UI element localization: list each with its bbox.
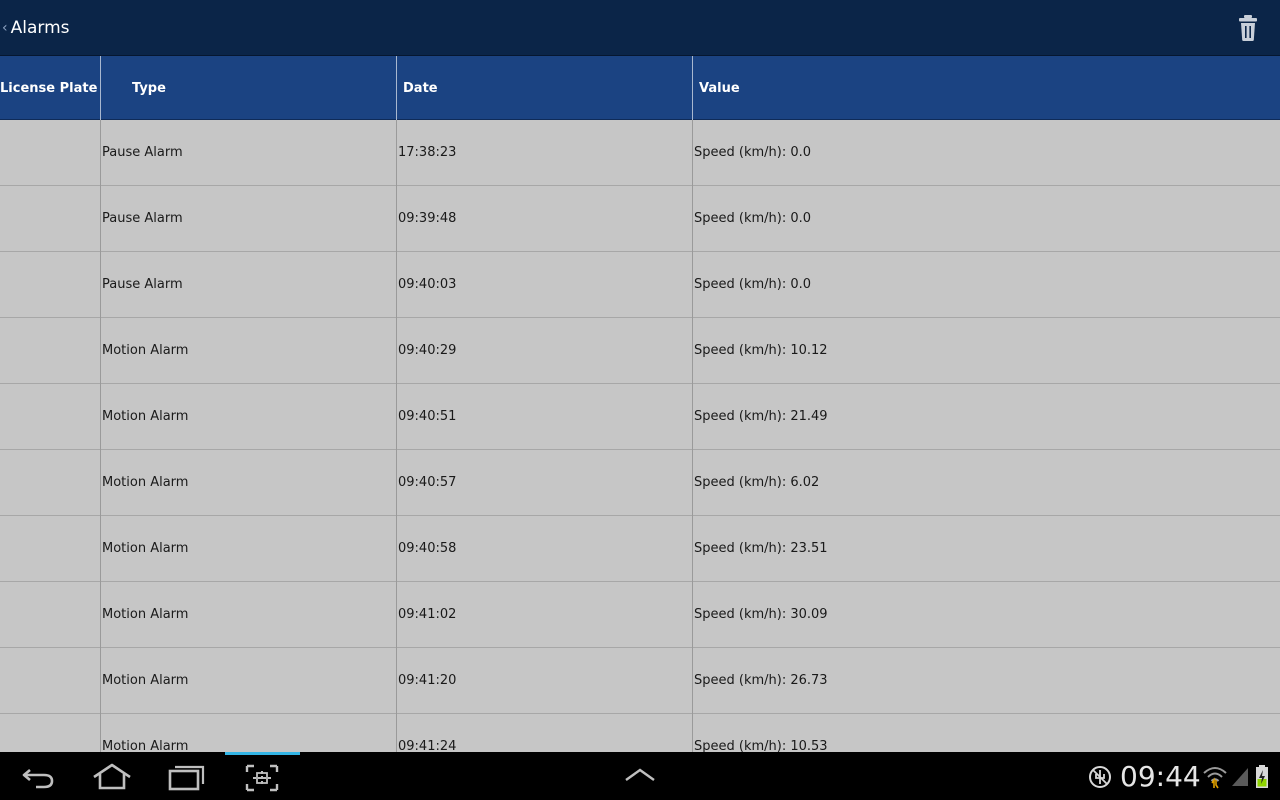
wifi-icon xyxy=(1203,767,1227,789)
page-title: Alarms xyxy=(10,18,70,38)
table-row[interactable]: Motion Alarm 09:40:57 Speed (km/h): 6.02 xyxy=(0,450,1280,516)
table-row[interactable]: Motion Alarm 09:41:02 Speed (km/h): 30.0… xyxy=(0,582,1280,648)
column-divider xyxy=(692,56,693,120)
date-cell: 09:40:03 xyxy=(398,277,457,292)
column-divider xyxy=(396,56,397,120)
trash-icon[interactable] xyxy=(1236,14,1260,42)
value-cell: Speed (km/h): 10.12 xyxy=(694,343,828,358)
column-divider xyxy=(100,120,101,752)
value-cell: Speed (km/h): 10.53 xyxy=(694,739,828,752)
date-cell: 09:41:24 xyxy=(398,739,457,752)
menu-up-icon[interactable] xyxy=(618,760,662,794)
type-cell: Motion Alarm xyxy=(102,739,189,752)
value-cell: Speed (km/h): 21.49 xyxy=(694,409,828,424)
up-navigation[interactable]: ‹ Alarms xyxy=(2,12,70,44)
column-divider xyxy=(692,120,693,752)
type-cell: Motion Alarm xyxy=(102,475,189,490)
column-header-license-plate[interactable]: License Plate xyxy=(0,56,100,120)
table-row[interactable]: Motion Alarm 09:40:29 Speed (km/h): 10.1… xyxy=(0,318,1280,384)
table-header: License Plate Type Date Value xyxy=(0,56,1280,120)
value-cell: Speed (km/h): 0.0 xyxy=(694,277,812,292)
signal-icon xyxy=(1232,768,1248,786)
table-row[interactable]: Pause Alarm 09:40:03 Speed (km/h): 0.0 xyxy=(0,252,1280,318)
value-cell: Speed (km/h): 0.0 xyxy=(694,211,812,226)
value-cell: Speed (km/h): 0.0 xyxy=(694,145,812,160)
column-divider xyxy=(396,120,397,752)
table-row[interactable]: Pause Alarm 09:39:48 Speed (km/h): 0.0 xyxy=(0,186,1280,252)
back-icon[interactable] xyxy=(16,760,60,794)
system-navigation-bar: 09:44 xyxy=(0,752,1280,800)
table-row[interactable]: Motion Alarm 09:40:51 Speed (km/h): 21.4… xyxy=(0,384,1280,450)
type-cell: Motion Alarm xyxy=(102,541,189,556)
column-header-value[interactable]: Value xyxy=(699,56,1099,120)
status-clock: 09:44 xyxy=(1120,760,1201,793)
table-row[interactable]: Motion Alarm 09:41:20 Speed (km/h): 26.7… xyxy=(0,648,1280,714)
table-row[interactable]: Motion Alarm 09:40:58 Speed (km/h): 23.5… xyxy=(0,516,1280,582)
recent-apps-icon[interactable] xyxy=(164,760,208,794)
date-cell: 09:40:57 xyxy=(398,475,457,490)
type-cell: Pause Alarm xyxy=(102,277,183,292)
type-cell: Motion Alarm xyxy=(102,409,189,424)
active-indicator xyxy=(225,752,300,755)
alarms-screen: ‹ Alarms License Plate Type Date Value P… xyxy=(0,0,1280,800)
column-header-date[interactable]: Date xyxy=(403,56,683,120)
value-cell: Speed (km/h): 26.73 xyxy=(694,673,828,688)
action-bar: ‹ Alarms xyxy=(0,0,1280,56)
screenshot-icon[interactable] xyxy=(240,760,284,794)
type-cell: Motion Alarm xyxy=(102,607,189,622)
date-cell: 09:40:29 xyxy=(398,343,457,358)
table-row[interactable]: Motion Alarm 09:41:24 Speed (km/h): 10.5… xyxy=(0,714,1280,752)
date-cell: 09:41:20 xyxy=(398,673,457,688)
date-cell: 17:38:23 xyxy=(398,145,457,160)
date-cell: 09:41:02 xyxy=(398,607,457,622)
battery-charging-icon xyxy=(1256,765,1268,788)
alarms-table-body[interactable]: Pause Alarm 17:38:23 Speed (km/h): 0.0 P… xyxy=(0,120,1280,752)
back-chevron-icon: ‹ xyxy=(2,20,8,36)
value-cell: Speed (km/h): 6.02 xyxy=(694,475,820,490)
type-cell: Pause Alarm xyxy=(102,145,183,160)
usb-debugging-icon xyxy=(1089,766,1111,788)
column-divider xyxy=(100,56,101,120)
table-row[interactable]: Pause Alarm 17:38:23 Speed (km/h): 0.0 xyxy=(0,120,1280,186)
date-cell: 09:40:58 xyxy=(398,541,457,556)
date-cell: 09:40:51 xyxy=(398,409,457,424)
home-icon[interactable] xyxy=(90,760,134,794)
value-cell: Speed (km/h): 23.51 xyxy=(694,541,828,556)
type-cell: Pause Alarm xyxy=(102,211,183,226)
date-cell: 09:39:48 xyxy=(398,211,457,226)
type-cell: Motion Alarm xyxy=(102,673,189,688)
value-cell: Speed (km/h): 30.09 xyxy=(694,607,828,622)
type-cell: Motion Alarm xyxy=(102,343,189,358)
column-header-type[interactable]: Type xyxy=(132,56,392,120)
